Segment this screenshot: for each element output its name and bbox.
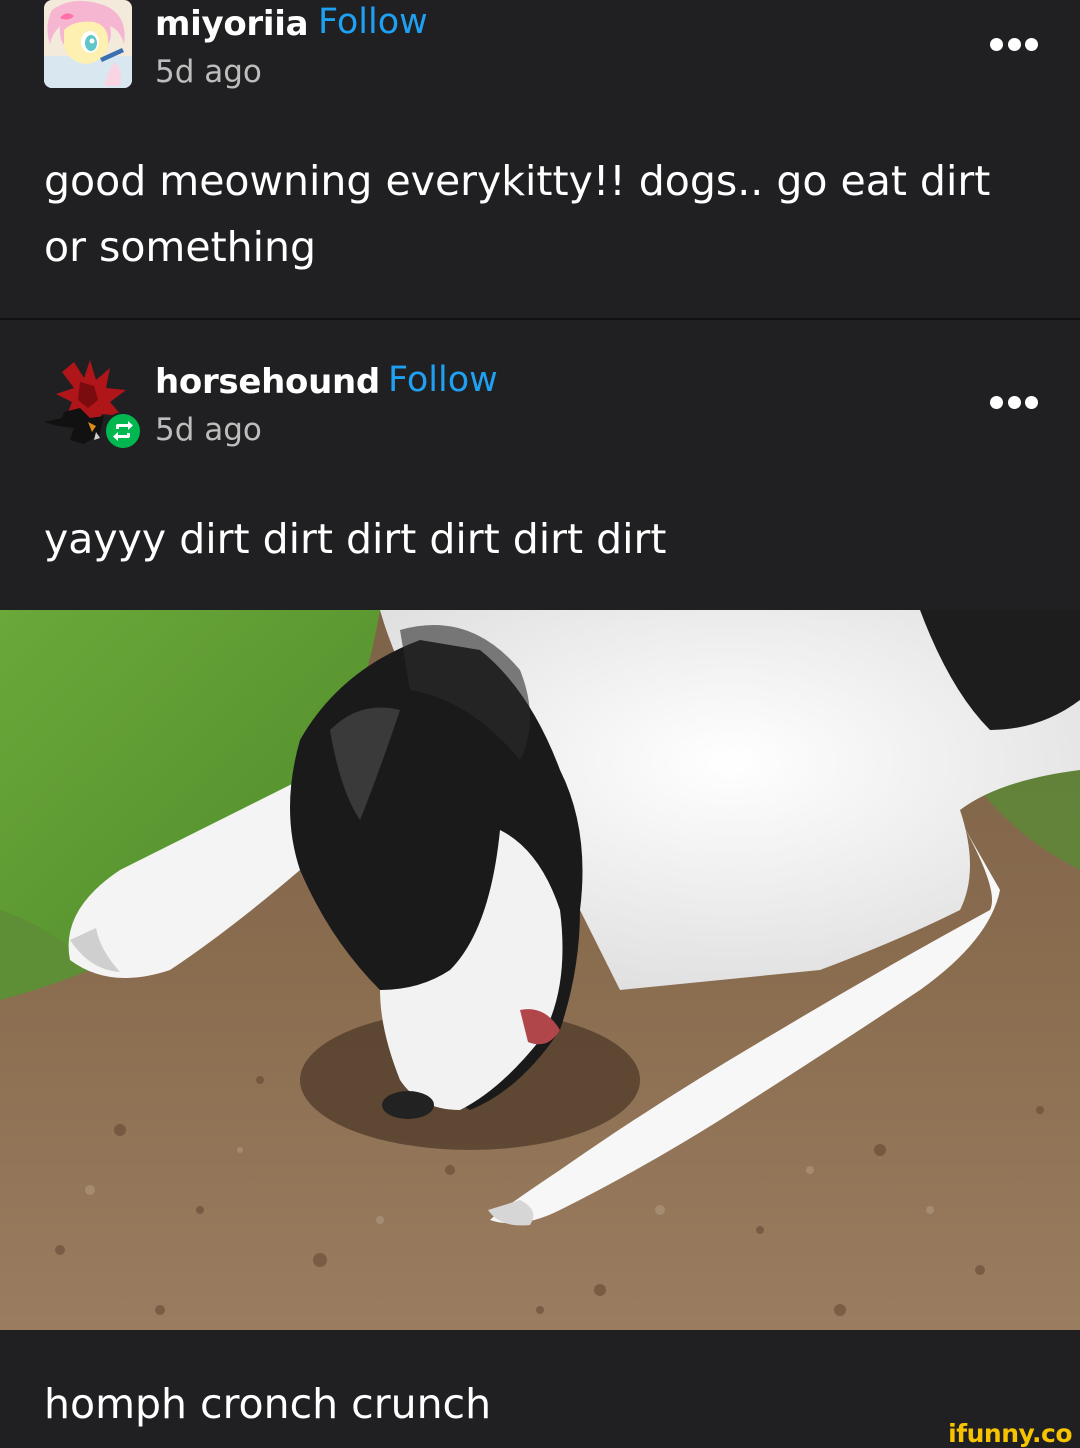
pony-avatar-icon	[44, 0, 132, 88]
more-options-icon[interactable]	[990, 36, 1038, 52]
dot	[1025, 395, 1038, 409]
dot	[1007, 37, 1021, 51]
dot	[990, 395, 1003, 409]
more-options-icon[interactable]	[990, 394, 1038, 410]
dot	[990, 37, 1003, 51]
post-text: good meowning everykitty!! dogs.. go eat…	[44, 157, 991, 271]
timestamp: 5d ago	[155, 54, 262, 90]
username[interactable]: miyoriia	[155, 4, 309, 44]
post-photo-dog-digging[interactable]	[0, 610, 1080, 1330]
dot	[1007, 395, 1021, 409]
follow-button[interactable]: Follow	[318, 2, 428, 42]
follow-button[interactable]: Follow	[388, 360, 498, 400]
timestamp: 5d ago	[155, 412, 262, 448]
post-miyoriia: miyoriia Follow 5d ago good meowning eve…	[0, 0, 1080, 318]
post-text: yayyy dirt dirt dirt dirt dirt dirt	[44, 515, 667, 563]
username[interactable]: horsehound	[155, 362, 380, 402]
post-horsehound: horsehound Follow 5d ago yayyy dirt dirt…	[0, 320, 1080, 610]
dog-photo	[0, 610, 1080, 1330]
dot	[1025, 37, 1038, 51]
ifunny-watermark: ifunny.co	[948, 1419, 1072, 1448]
photo-caption: homph cronch crunch	[44, 1380, 492, 1428]
reblog-icon	[104, 412, 142, 450]
avatar[interactable]	[44, 0, 132, 88]
